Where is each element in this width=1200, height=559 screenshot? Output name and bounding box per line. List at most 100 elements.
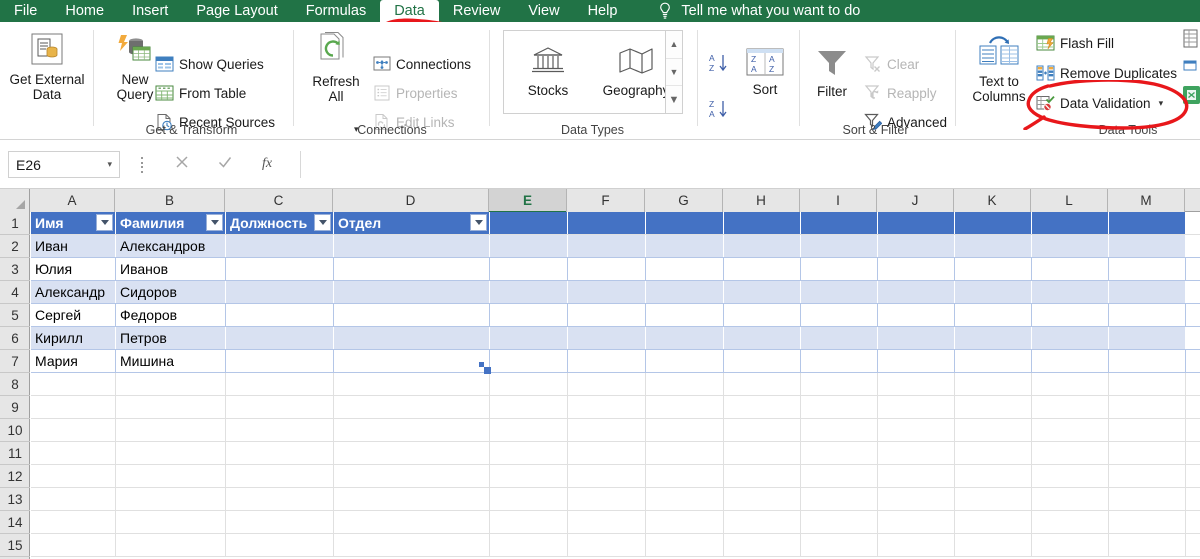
row-header-4[interactable]: 4 [0, 281, 30, 304]
cell-C10[interactable] [226, 419, 334, 441]
row-header-11[interactable]: 11 [0, 442, 30, 465]
row-header-3[interactable]: 3 [0, 258, 30, 281]
cell-I11[interactable] [801, 442, 878, 464]
cell-M11[interactable] [1109, 442, 1186, 464]
get-external-data-button[interactable]: Get External Data [8, 32, 86, 102]
cell-E2[interactable] [490, 235, 568, 257]
cell-H5[interactable] [724, 304, 801, 326]
cell-I13[interactable] [801, 488, 878, 510]
table-header-cell-C1[interactable]: Должность [226, 212, 334, 234]
cell-K8[interactable] [955, 373, 1032, 395]
row-header-1[interactable]: 1 [0, 212, 30, 235]
cell-B10[interactable] [116, 419, 226, 441]
table-cell-D4[interactable] [334, 281, 490, 303]
tab-insert[interactable]: Insert [118, 0, 182, 22]
table-cell-B6[interactable]: Петров [116, 327, 226, 349]
sort-ascending-button[interactable]: A Z [708, 52, 730, 74]
tab-help[interactable]: Help [574, 0, 632, 22]
cell-H2[interactable] [724, 235, 801, 257]
from-table-button[interactable]: From Table [155, 84, 246, 102]
cell-I6[interactable] [801, 327, 878, 349]
cell-F5[interactable] [568, 304, 646, 326]
cell-K11[interactable] [955, 442, 1032, 464]
show-queries-button[interactable]: Show Queries [155, 55, 264, 73]
table-cell-C2[interactable] [226, 235, 334, 257]
table-cell-A3[interactable]: Юлия [31, 258, 116, 280]
cell-C8[interactable] [226, 373, 334, 395]
cell-C14[interactable] [226, 511, 334, 533]
cell-I12[interactable] [801, 465, 878, 487]
tab-formulas[interactable]: Formulas [292, 0, 380, 22]
select-all-corner[interactable] [0, 189, 30, 212]
cell-H15[interactable] [724, 534, 801, 556]
row-header-2[interactable]: 2 [0, 235, 30, 258]
cell-L10[interactable] [1032, 419, 1109, 441]
filter-dropdown-icon-b[interactable] [206, 214, 223, 231]
cell-L5[interactable] [1032, 304, 1109, 326]
filter-dropdown-icon-c[interactable] [314, 214, 331, 231]
column-header-h[interactable]: H [723, 189, 800, 212]
column-header-j[interactable]: J [877, 189, 954, 212]
cell-A11[interactable] [31, 442, 116, 464]
sort-descending-button[interactable]: Z A [708, 98, 730, 120]
row-header-10[interactable]: 10 [0, 419, 30, 442]
cell-K6[interactable] [955, 327, 1032, 349]
cell-L8[interactable] [1032, 373, 1109, 395]
cell-L6[interactable] [1032, 327, 1109, 349]
gallery-scrollbar[interactable]: ▲ ▼ ▼ [665, 31, 682, 114]
cell-F2[interactable] [568, 235, 646, 257]
cell-K15[interactable] [955, 534, 1032, 556]
table-header-cell-D1[interactable]: Отдел [334, 212, 490, 234]
data-validation-button[interactable]: Data Validation ▾ [1036, 94, 1163, 112]
cell-H14[interactable] [724, 511, 801, 533]
row-header-14[interactable]: 14 [0, 511, 30, 534]
cell-D14[interactable] [334, 511, 490, 533]
cell-K7[interactable] [955, 350, 1032, 372]
row-header-9[interactable]: 9 [0, 396, 30, 419]
column-header-k[interactable]: K [954, 189, 1031, 212]
table-resize-handle[interactable] [479, 362, 491, 374]
cell-F15[interactable] [568, 534, 646, 556]
cell-J6[interactable] [878, 327, 955, 349]
cell-M4[interactable] [1109, 281, 1186, 303]
table-header-cell-B1[interactable]: Фамилия [116, 212, 226, 234]
cell-G15[interactable] [646, 534, 724, 556]
cell-I4[interactable] [801, 281, 878, 303]
cell-G14[interactable] [646, 511, 724, 533]
cell-H9[interactable] [724, 396, 801, 418]
table-cell-B3[interactable]: Иванов [116, 258, 226, 280]
table-cell-B5[interactable]: Федоров [116, 304, 226, 326]
cell-J10[interactable] [878, 419, 955, 441]
cell-A15[interactable] [31, 534, 116, 556]
cell-G2[interactable] [646, 235, 724, 257]
cell-L13[interactable] [1032, 488, 1109, 510]
cell-B9[interactable] [116, 396, 226, 418]
column-header-e[interactable]: E [489, 189, 567, 213]
column-header-b[interactable]: B [115, 189, 225, 212]
column-header-a[interactable]: A [30, 189, 115, 212]
cell-L14[interactable] [1032, 511, 1109, 533]
table-cell-D3[interactable] [334, 258, 490, 280]
row-header-15[interactable]: 15 [0, 534, 30, 557]
enter-check-icon[interactable] [217, 154, 233, 175]
filter-dropdown-icon-d[interactable] [470, 214, 487, 231]
insert-function-fx-icon[interactable]: fx [261, 153, 281, 176]
column-header-l[interactable]: L [1031, 189, 1108, 212]
cell-J12[interactable] [878, 465, 955, 487]
table-cell-C5[interactable] [226, 304, 334, 326]
table-cell-B7[interactable]: Мишина [116, 350, 226, 372]
cell-G13[interactable] [646, 488, 724, 510]
refresh-all-button[interactable]: Refresh All [303, 32, 369, 104]
cell-M3[interactable] [1109, 258, 1186, 280]
cell-K1[interactable] [955, 212, 1032, 234]
cell-D8[interactable] [334, 373, 490, 395]
cell-E1[interactable] [490, 212, 568, 234]
cell-J5[interactable] [878, 304, 955, 326]
cell-G4[interactable] [646, 281, 724, 303]
cell-F4[interactable] [568, 281, 646, 303]
cell-A12[interactable] [31, 465, 116, 487]
cell-H12[interactable] [724, 465, 801, 487]
cell-F11[interactable] [568, 442, 646, 464]
row-header-5[interactable]: 5 [0, 304, 30, 327]
scroll-down-icon[interactable]: ▼ [666, 58, 682, 87]
